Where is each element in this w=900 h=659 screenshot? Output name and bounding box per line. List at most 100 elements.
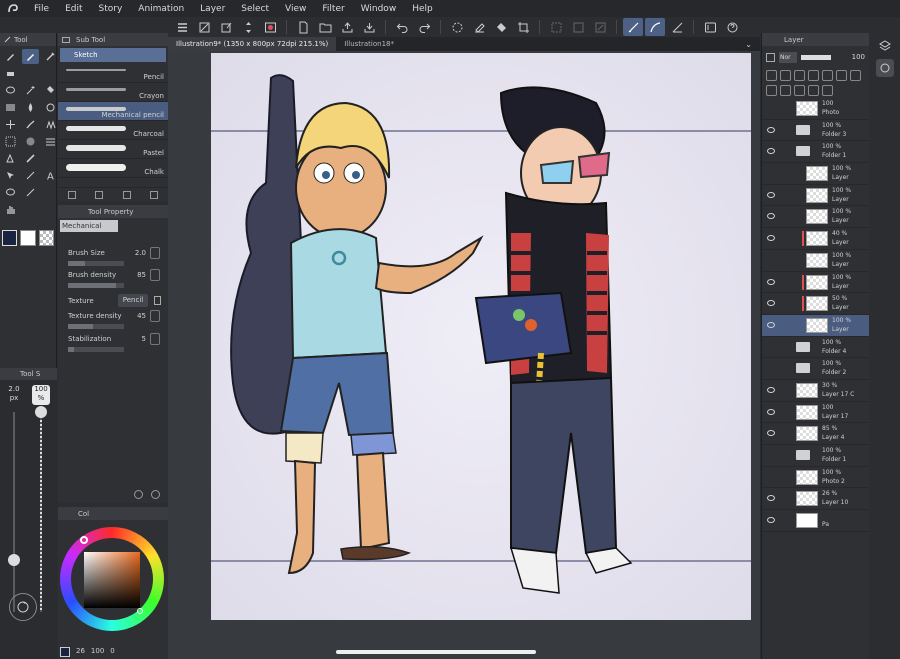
menu-edit[interactable]: Edit [57, 4, 90, 14]
texture-select[interactable]: Pencil [118, 294, 148, 307]
undo-icon[interactable] [392, 18, 412, 36]
navigator-icon[interactable] [876, 59, 894, 77]
subtool-group-sketch[interactable]: Sketch [60, 48, 166, 62]
visibility-eye-icon[interactable] [767, 495, 775, 502]
save-icon[interactable] [337, 18, 357, 36]
menu-file[interactable]: File [26, 4, 57, 14]
hue-marker[interactable] [80, 536, 88, 544]
menu-select[interactable]: Select [233, 4, 277, 14]
brush-density-stepper[interactable] [150, 269, 160, 281]
layer-row[interactable]: 100 % Layer [762, 206, 869, 229]
stabilization-stepper[interactable] [150, 333, 160, 345]
layer-row[interactable]: 100 % Layer [762, 272, 869, 294]
edit-canvas-icon[interactable] [216, 18, 236, 36]
visibility-eye-icon[interactable] [767, 148, 775, 155]
wrench-icon[interactable] [151, 490, 160, 499]
line-tool-icon[interactable] [22, 168, 39, 183]
layer-mask-icon[interactable] [766, 52, 775, 62]
select-off-icon[interactable] [546, 18, 566, 36]
record-icon[interactable] [260, 18, 280, 36]
clear-icon[interactable] [469, 18, 489, 36]
balloon-tool-icon[interactable] [2, 185, 19, 200]
layer-row[interactable]: 50 % Layer [762, 293, 869, 315]
subtool-tab-icon[interactable] [62, 36, 70, 43]
layer-row[interactable]: 30 % Layer 17 C [762, 380, 869, 402]
brush-size-field[interactable]: 2.0 [135, 249, 146, 257]
brush-size-readout[interactable]: 2.0 px [5, 385, 23, 405]
menu-window[interactable]: Window [353, 4, 405, 14]
layer-stack-icon[interactable] [876, 37, 894, 55]
tabs-dropdown-icon[interactable]: ⌄ [745, 40, 752, 49]
canvas-workspace[interactable] [168, 51, 760, 659]
brush-density-field[interactable]: 85 [137, 271, 146, 279]
invert-selection-icon[interactable] [568, 18, 588, 36]
layer-row[interactable]: 100 % Layer [762, 185, 869, 207]
texture-density-field[interactable]: 45 [137, 312, 146, 320]
clip-icon[interactable] [766, 70, 777, 81]
visibility-eye-icon[interactable] [767, 517, 775, 524]
resize-arrows-icon[interactable] [238, 18, 258, 36]
hand-tool-icon[interactable] [2, 202, 19, 217]
brush-item[interactable]: Charcoal [58, 121, 168, 140]
layer-row[interactable]: 100 % Folder 1 [762, 141, 869, 164]
menu-layer[interactable]: Layer [192, 4, 233, 14]
new-subtool-icon[interactable] [122, 190, 131, 199]
pencil-tool-icon[interactable] [22, 49, 39, 64]
lock-icon[interactable] [794, 70, 805, 81]
opacity-slider-knob[interactable] [35, 406, 47, 418]
move-tool-icon[interactable] [2, 117, 19, 132]
gradient-tool-icon[interactable] [2, 100, 19, 115]
layer-opacity-value[interactable]: 100 [852, 53, 869, 61]
export-icon[interactable] [359, 18, 379, 36]
lasso-tool-icon[interactable] [2, 83, 19, 98]
brush-density-row[interactable]: Brush density 85 [68, 269, 164, 288]
visibility-eye-icon[interactable] [767, 126, 775, 133]
help-icon[interactable] [722, 18, 742, 36]
brush-size-slider-knob[interactable] [8, 554, 20, 566]
snap-ruler-icon[interactable] [623, 18, 643, 36]
texture-row[interactable]: Texture Pencil [68, 294, 164, 307]
brush-item[interactable]: Pencil [58, 64, 168, 83]
delete-subtool-icon[interactable] [150, 190, 159, 199]
eraser-tool-icon[interactable] [2, 66, 19, 81]
quick-access-button[interactable] [9, 593, 37, 621]
layer-row[interactable]: 26 % Layer 10 [762, 488, 869, 511]
menu-filter[interactable]: Filter [314, 4, 352, 14]
layer-row[interactable]: 100 % Folder 3 [762, 120, 869, 142]
color-panel-title[interactable]: Col [78, 510, 89, 518]
brush-size-stepper[interactable] [150, 247, 160, 259]
layer-row[interactable]: 100 Photo [762, 98, 869, 120]
layer-opacity-bar[interactable] [801, 54, 831, 60]
stabilization-row[interactable]: Stabilization 5 [68, 333, 164, 352]
magic-wand-tool-icon[interactable] [22, 83, 39, 98]
main-color-swatch[interactable] [2, 230, 18, 246]
crop-icon[interactable] [513, 18, 533, 36]
delete-layer-icon[interactable] [822, 84, 833, 96]
brush-item[interactable]: Pastel [58, 140, 168, 159]
toggle-panels-icon[interactable] [700, 18, 720, 36]
texture-density-bar[interactable] [68, 324, 124, 329]
saturation-value-square[interactable] [84, 552, 140, 608]
figure-tool-icon[interactable] [42, 100, 59, 115]
menu-story[interactable]: Story [91, 4, 131, 14]
layer-row[interactable]: 40 % Layer [762, 228, 869, 250]
loading-icon[interactable] [447, 18, 467, 36]
layer-row[interactable]: 100 % Layer [762, 314, 869, 337]
texture-delete-icon[interactable] [154, 296, 161, 305]
copy-subtool-icon[interactable] [95, 190, 104, 199]
fill-layer-icon[interactable] [794, 84, 805, 96]
menu-help[interactable]: Help [404, 4, 441, 14]
reference-icon[interactable] [808, 70, 819, 81]
subtool-settings-icon[interactable] [67, 190, 76, 199]
snap-special-ruler-icon[interactable] [645, 18, 665, 36]
frame-tool-icon[interactable] [22, 185, 39, 200]
eyedropper-tool-icon[interactable] [42, 49, 59, 64]
layer-row[interactable]: 100 % Photo 2 [762, 467, 869, 489]
drawing-canvas[interactable] [211, 53, 751, 620]
brush-item[interactable]: Chalk [58, 159, 168, 178]
tab-illustration9[interactable]: Illustration9* (1350 x 800px 72dpi 215.1… [168, 37, 337, 51]
layer-row[interactable]: 100 % Folder 4 [762, 337, 869, 359]
sub-color-swatch[interactable] [20, 230, 36, 246]
layer-row[interactable]: 100 % Layer [762, 250, 869, 272]
layer-row[interactable]: 100 Layer 17 [762, 402, 869, 424]
